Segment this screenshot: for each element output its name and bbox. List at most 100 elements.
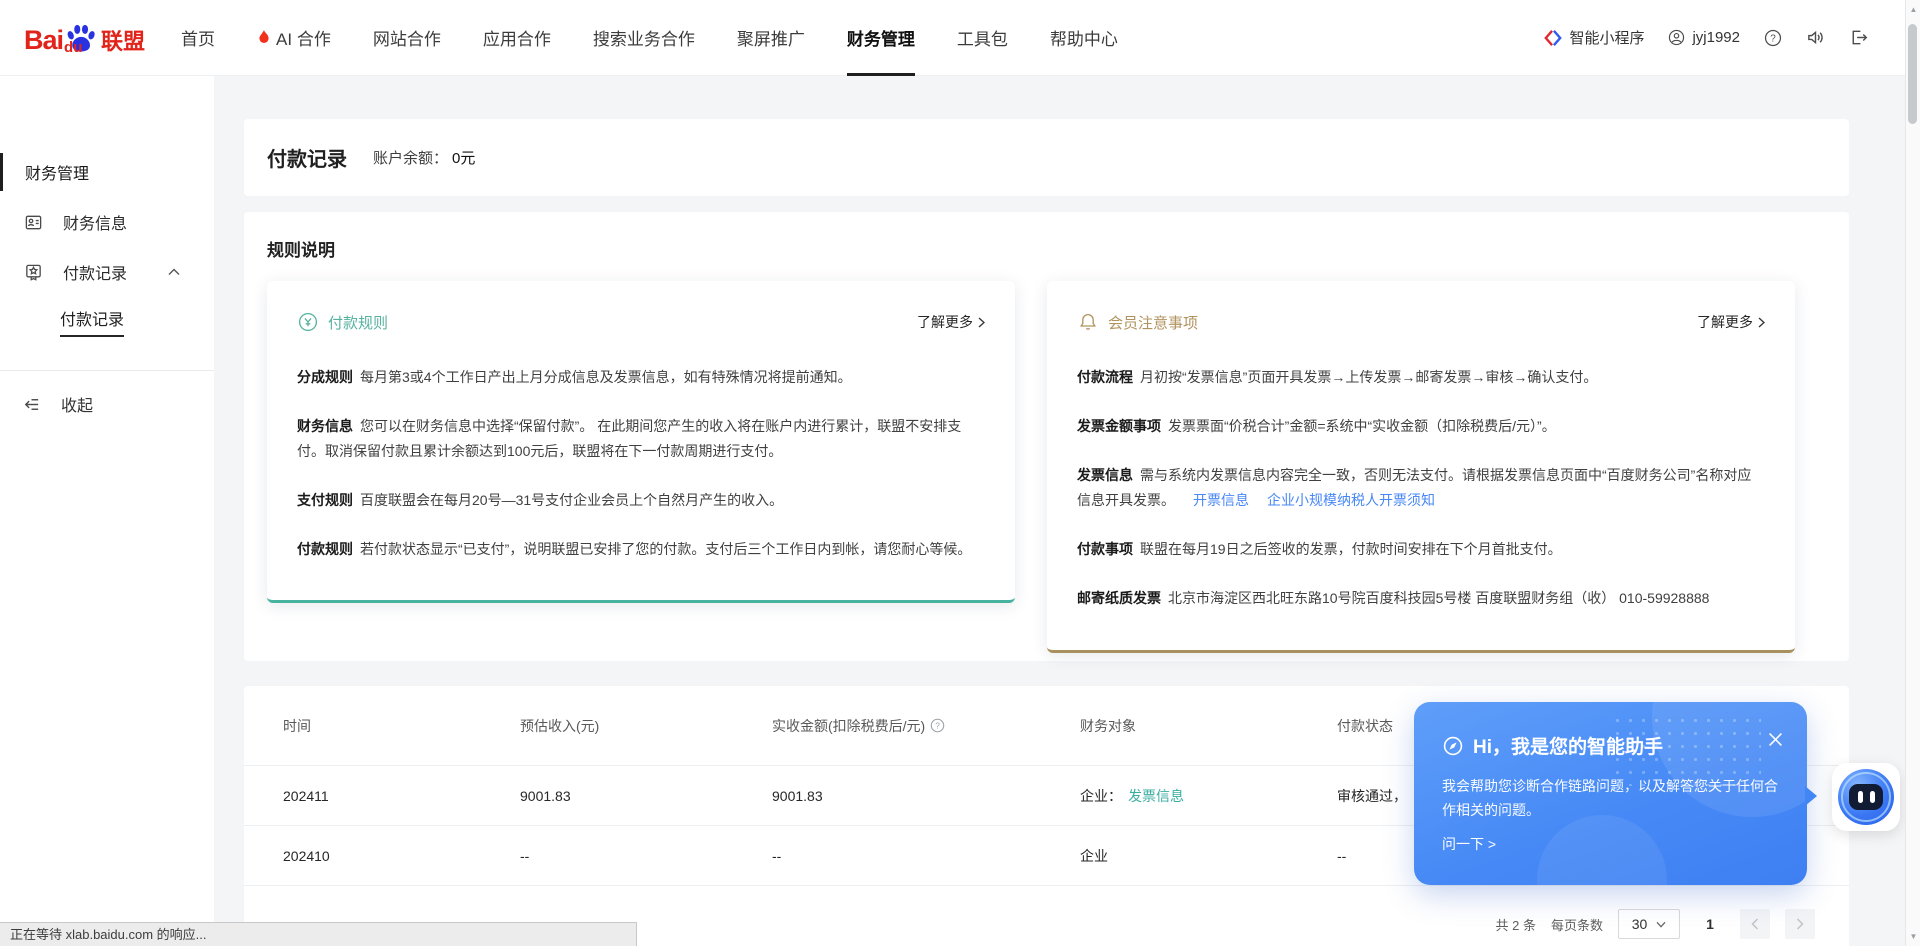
assistant-popup-arrow: [1805, 786, 1827, 806]
member-notice-more-link[interactable]: 了解更多: [1697, 312, 1765, 332]
rule-paragraph: 付款流程月初按“发票信息”页面开具发票→上传发票→邮寄发票→审核→确认支付。: [1077, 365, 1765, 390]
nav-item-app[interactable]: 应用合作: [483, 0, 551, 76]
rule-paragraph: 发票信息需与系统内发票信息内容完全一致，否则无法支付。请根据发票信息页面中“百度…: [1077, 463, 1765, 513]
logout-icon[interactable]: [1849, 28, 1868, 47]
sidebar-subitem-payment-records[interactable]: 付款记录: [0, 297, 214, 346]
nav-item-finance[interactable]: 财务管理: [847, 0, 915, 76]
nav-item-website[interactable]: 网站合作: [373, 0, 441, 76]
logo-text-union: 联盟: [101, 24, 145, 56]
robot-face: [1849, 784, 1883, 810]
rule-paragraph: 付款事项联盟在每月19日之后签收的发票，付款时间安排在下个月首批支付。: [1077, 537, 1765, 562]
scrollbar-thumb[interactable]: [1908, 24, 1917, 124]
invoice-detail-link[interactable]: 发票信息: [1128, 788, 1184, 804]
browser-status-bubble: 正在等待 xlab.baidu.com 的响应...: [0, 922, 637, 946]
rule-paragraph: 财务信息您可以在财务信息中选择“保留付款”。 在此期间您产生的收入将在账户内进行…: [297, 414, 985, 464]
user-icon: [1668, 29, 1685, 46]
payment-rules-card: 付款规则 了解更多 分成规则每月第3或4个工作日产出上月分成信息及发票信息，如有…: [267, 281, 1015, 603]
nav-item-help[interactable]: 帮助中心: [1050, 0, 1118, 76]
next-page-button[interactable]: [1785, 909, 1815, 939]
compass-icon: [1442, 735, 1464, 757]
page-header-card: 付款记录 账户余额：0元: [244, 119, 1849, 196]
assistant-message: 我会帮助您诊断合作链路问题，以及解答您关于任何合作相关的问题。: [1442, 774, 1778, 822]
id-card-icon: [24, 213, 43, 232]
miniapp-diamond-icon: [1544, 29, 1562, 47]
member-notice-card: 会员注意事项 了解更多 付款流程月初按“发票信息”页面开具发票→上传发票→邮寄发…: [1047, 281, 1795, 653]
nav-item-juping[interactable]: 聚屏推广: [737, 0, 805, 76]
nav-item-toolkit[interactable]: 工具包: [957, 0, 1008, 76]
rule-paragraph: 付款规则若付款状态显示“已支付”，说明联盟已安排了您的付款。支付后三个工作日内到…: [297, 537, 985, 562]
rule-paragraph: 支付规则百度联盟会在每月20号—31号支付企业会员上个自然月产生的收入。: [297, 488, 985, 513]
assistant-title: Hi，我是您的智能助手: [1473, 732, 1663, 759]
collapse-icon: [22, 395, 41, 414]
chevron-up-icon: [168, 268, 180, 276]
sidebar: 财务管理 财务信息 付款记录 付款记录 收起: [0, 76, 214, 946]
chevron-right-icon: [978, 317, 985, 328]
cell-target: 企业：发票信息: [1080, 786, 1337, 806]
miniapp-entry[interactable]: 智能小程序: [1544, 27, 1644, 48]
page-size-label: 每页条数: [1551, 915, 1603, 934]
robot-eye: [1858, 791, 1863, 803]
vertical-scrollbar[interactable]: ▲ ▼: [1905, 0, 1920, 946]
assistant-popup: Hi，我是您的智能助手 我会帮助您诊断合作链路问题，以及解答您关于任何合作相关的…: [1414, 702, 1807, 885]
user-account[interactable]: jyj1992: [1668, 29, 1740, 46]
yuan-circle-icon: [297, 311, 319, 333]
page-title: 付款记录: [267, 143, 347, 172]
baidu-union-logo[interactable]: Bai du 联盟: [24, 20, 145, 56]
sidebar-section-finance[interactable]: 财务管理: [0, 147, 214, 197]
cell-actual: 9001.83: [772, 788, 1080, 804]
col-finance-target: 财务对象: [1080, 716, 1337, 736]
badge-icon: [24, 263, 43, 282]
page-number-current[interactable]: 1: [1695, 909, 1725, 939]
balance-value: 0元: [452, 150, 475, 167]
sidebar-divider: [0, 370, 214, 371]
close-icon[interactable]: [1768, 732, 1783, 747]
cell-estimated: --: [520, 848, 772, 864]
chevron-right-icon: [1758, 317, 1765, 328]
account-balance: 账户余额：0元: [373, 147, 475, 168]
balance-label: 账户余额：: [373, 150, 448, 167]
pagination: 共 2 条 每页条数 30 1: [1496, 908, 1815, 940]
help-icon[interactable]: ?: [1764, 29, 1782, 47]
rule-paragraph: 分成规则每月第3或4个工作日产出上月分成信息及发票信息，如有特殊情况将提前通知。: [297, 365, 985, 390]
rule-paragraph: 发票金额事项发票票面“价税合计”金额=系统中“实收金额（扣除税费后/元）”。: [1077, 414, 1765, 439]
sound-icon[interactable]: [1806, 28, 1825, 47]
active-section-indicator: [0, 153, 3, 191]
scroll-up-arrow[interactable]: ▲: [1906, 5, 1920, 14]
cell-estimated: 9001.83: [520, 788, 772, 804]
primary-nav: 首页 AI 合作 网站合作 应用合作 搜索业务合作 聚屏推广 财务管理 工具包 …: [181, 0, 1118, 76]
scroll-down-arrow[interactable]: ▼: [1906, 932, 1920, 941]
col-estimated-income: 预估收入(元): [520, 716, 772, 736]
rules-heading: 规则说明: [267, 236, 1849, 261]
nav-item-search-business[interactable]: 搜索业务合作: [593, 0, 695, 76]
cell-time: 202411: [283, 788, 520, 804]
question-circle-icon[interactable]: ?: [930, 718, 945, 733]
sidebar-collapse-button[interactable]: 收起: [0, 379, 214, 429]
robot-avatar: [1838, 769, 1894, 825]
member-notice-title: 会员注意事项: [1108, 312, 1198, 333]
rule-paragraph: 邮寄纸质发票北京市海淀区西北旺东路10号院百度科技园5号楼 百度联盟财务组（收）…: [1077, 586, 1765, 611]
prev-page-button[interactable]: [1740, 909, 1770, 939]
assistant-ask-link[interactable]: 问一下 >: [1442, 834, 1779, 854]
logo-text-du: du: [64, 39, 82, 56]
logo-text-bai: Bai: [24, 25, 63, 56]
sidebar-item-payment-records[interactable]: 付款记录: [0, 247, 214, 297]
invoice-info-link[interactable]: 开票信息: [1193, 492, 1249, 508]
total-count: 共 2 条: [1496, 915, 1536, 934]
top-nav: Bai du 联盟 首页 AI 合作 网站合作 应用合作 搜索: [0, 0, 1920, 76]
sidebar-item-finance-info[interactable]: 财务信息: [0, 197, 214, 247]
svg-text:?: ?: [935, 722, 940, 731]
page-size-select[interactable]: 30: [1618, 909, 1680, 939]
payment-rules-more-link[interactable]: 了解更多: [917, 312, 985, 332]
chevron-down-icon: [1656, 921, 1666, 928]
nav-item-ai[interactable]: AI 合作: [257, 0, 331, 76]
nav-item-home[interactable]: 首页: [181, 0, 215, 76]
col-actual-amount: 实收金额(扣除税费后/元) ?: [772, 716, 1080, 736]
flame-icon: [257, 30, 271, 46]
assistant-robot-button[interactable]: [1832, 763, 1900, 831]
robot-eye: [1870, 791, 1875, 803]
cell-target: 企业: [1080, 846, 1337, 866]
small-taxpayer-guide-link[interactable]: 企业小规模纳税人开票须知: [1267, 492, 1435, 508]
cell-time: 202410: [283, 848, 520, 864]
rules-section: 规则说明 付款规则 了解更多: [244, 212, 1849, 661]
col-time: 时间: [283, 716, 520, 736]
